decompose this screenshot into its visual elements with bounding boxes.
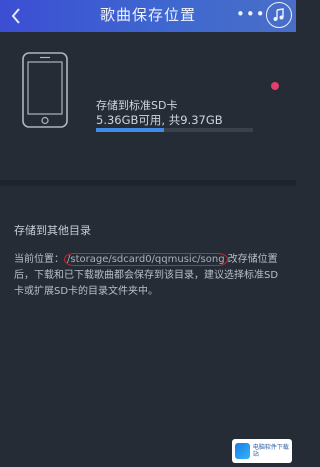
storage-usage-fill [96, 128, 164, 132]
current-location-description: 当前位置：/storage/sdcard0/qqmusic/song 改存储位置后… [14, 252, 284, 300]
watermark-text: 电脑软件下载站 [252, 444, 289, 458]
now-playing-button[interactable] [266, 2, 292, 28]
storage-usage-bar [96, 128, 253, 132]
top-bar: 歌曲保存位置 ••• [0, 0, 296, 32]
storage-option-label: 存储到标准SD卡 [96, 99, 178, 112]
other-directory-option[interactable]: 存储到其他目录 [14, 222, 91, 238]
music-note-icon [273, 8, 284, 21]
current-location-prefix: 当前位置： [14, 254, 64, 265]
section-divider [0, 180, 296, 186]
selected-indicator-dot [271, 82, 279, 90]
watermark-logo: 电脑软件下载站 [232, 439, 292, 463]
site-logo-icon [235, 443, 250, 459]
phone-icon [22, 52, 68, 128]
current-path: /storage/sdcard0/qqmusic/song [64, 253, 228, 266]
more-options-button[interactable]: ••• [236, 4, 265, 26]
storage-capacity-text: 5.36GB可用, 共9.37GB [96, 113, 223, 127]
